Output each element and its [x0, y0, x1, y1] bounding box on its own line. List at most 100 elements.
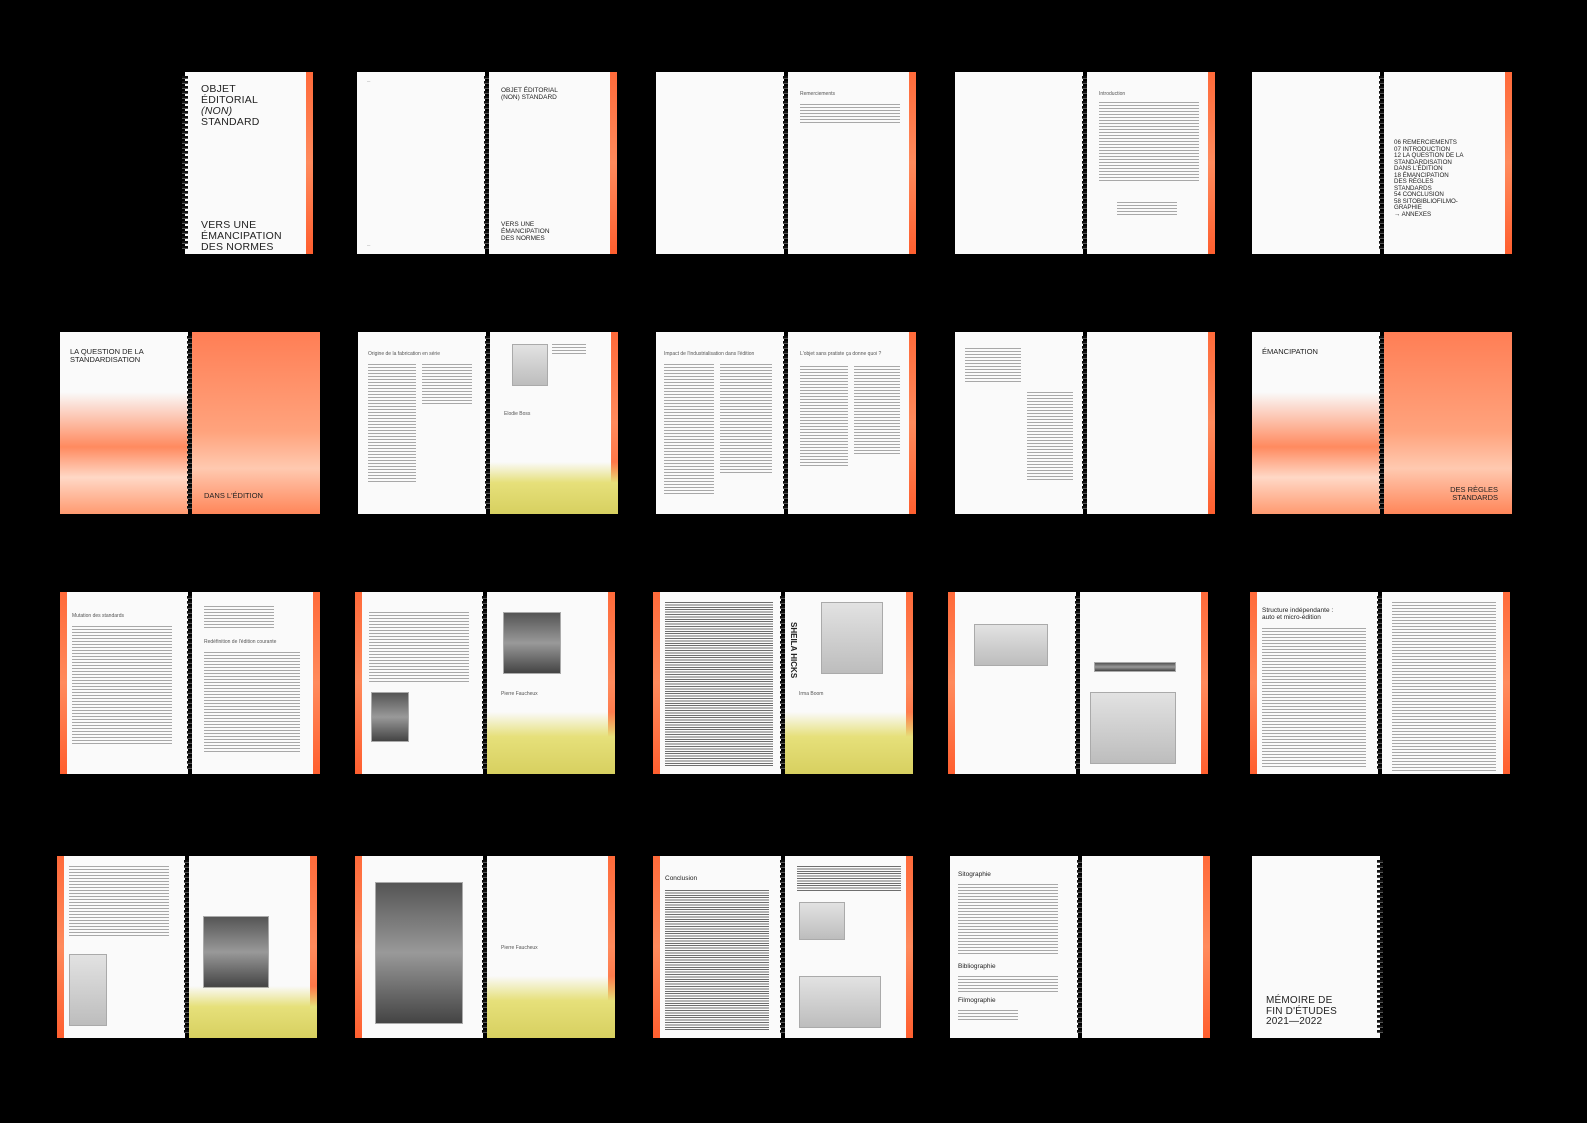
page-right: 06 REMERCIEMENTS 07 INTRODUCTION 12 LA QUE…: [1384, 72, 1512, 254]
cover-page: OBJET ÉDITORIAL (NON) STANDARD VERS UNE ÉMA…: [185, 72, 313, 254]
heading-structure: Structure indépendante : auto et micro-éd…: [1262, 607, 1334, 621]
cover-subtitle: VERS UNE ÉMANCIPATION DES NORMES: [201, 219, 282, 254]
chapter-title-end: DANS L'ÉDITION: [204, 491, 263, 500]
orange-edge: [1505, 72, 1512, 254]
page-right: Redéfinition de l'édition courante: [192, 592, 320, 774]
page-left: — —: [357, 72, 485, 254]
spread-origine[interactable]: Origine de la fabrication en série Elodi…: [358, 332, 618, 514]
page-right: SHEILA HICKS Irma Boom: [785, 592, 913, 774]
spread-text[interactable]: [955, 332, 1215, 514]
spread-chapter-question[interactable]: LA QUESTION DE LA STANDARDISATION DANS L'…: [60, 332, 320, 514]
spread-cover[interactable]: OBJET ÉDITORIAL (NON) STANDARD VERS UNE ÉMA…: [182, 72, 317, 254]
spread-chapter-emancipation[interactable]: ÉMANCIPATION DES RÈGLES STANDARDS: [1252, 332, 1512, 514]
caption-name: Pierre Faucheux: [501, 691, 538, 697]
page-left: [653, 592, 781, 774]
page-left: Sitographie Bibliographie Filmographie: [950, 856, 1078, 1038]
page-right: Pierre Faucheux: [487, 856, 615, 1038]
caption-name: Irma Boom: [799, 691, 824, 697]
page-right: [1080, 592, 1208, 774]
title-page-title: OBJET ÉDITORIAL (NON) STANDARD: [501, 87, 558, 101]
page-left: Structure indépendante : auto et micro-éd…: [1250, 592, 1378, 774]
page-left: ÉMANCIPATION: [1252, 332, 1380, 514]
page-right: Elodie Boss: [490, 332, 618, 514]
orange-edge: [948, 592, 955, 774]
page-right: [1382, 592, 1510, 774]
page-left: [1252, 72, 1380, 254]
orange-edge: [906, 856, 913, 1038]
page-left: Conclusion: [653, 856, 781, 1038]
spread-remerciements[interactable]: Remerciements: [656, 72, 916, 254]
memoire-title: MÉMOIRE DE FIN D'ÉTUDES 2021—2022: [1266, 995, 1337, 1027]
spread-mutation[interactable]: Mutation des standards Redéfinition de l…: [60, 592, 320, 774]
orange-edge: [313, 592, 320, 774]
orange-edge: [909, 72, 916, 254]
spread-title[interactable]: — — OBJET ÉDITORIAL (NON) STANDARD VERS U…: [357, 72, 617, 254]
page-left: [948, 592, 1076, 774]
page-left: Mutation des standards: [60, 592, 188, 774]
page-left: [955, 72, 1083, 254]
orange-edge: [306, 72, 313, 254]
spiral-binding: [1377, 860, 1383, 1034]
rotated-book-title: SHEILA HICKS: [789, 622, 798, 679]
spread-sitographie[interactable]: Sitographie Bibliographie Filmographie: [950, 856, 1210, 1038]
spread-structure[interactable]: Structure indépendante : auto et micro-éd…: [1250, 592, 1510, 774]
page-right: L'objet sans pratiste ça donne quoi ?: [788, 332, 916, 514]
page-left: LA QUESTION DE LA STANDARDISATION: [60, 332, 188, 514]
spread-sommaire[interactable]: 06 REMERCIEMENTS 07 INTRODUCTION 12 LA QUE…: [1252, 72, 1512, 254]
page-left: [955, 332, 1083, 514]
page-right: [1082, 856, 1210, 1038]
heading-origine: Origine de la fabrication en série: [368, 351, 440, 357]
page-right: OBJET ÉDITORIAL (NON) STANDARD VERS UNE ÉM…: [489, 72, 617, 254]
heading-bibliographie: Bibliographie: [958, 963, 996, 970]
orange-edge: [1201, 592, 1208, 774]
spread-impact[interactable]: Impact de l'industrialisation dans l'édi…: [656, 332, 916, 514]
heading-redefinition: Redéfinition de l'édition courante: [204, 639, 277, 645]
orange-edge: [1208, 332, 1215, 514]
orange-edge: [57, 856, 64, 1038]
orange-edge: [60, 592, 67, 774]
chapter-title-end: DES RÈGLES STANDARDS: [1450, 485, 1498, 502]
page-right: Remerciements: [788, 72, 916, 254]
spiral-binding: [182, 76, 188, 250]
title-page-subtitle: VERS UNE ÉMANCIPATION DES NORMES: [501, 221, 550, 242]
spread-boom[interactable]: SHEILA HICKS Irma Boom: [653, 592, 913, 774]
spread-introduction[interactable]: Introduction: [955, 72, 1215, 254]
page-left: [656, 72, 784, 254]
heading-introduction: Introduction: [1099, 91, 1126, 97]
back-page: MÉMOIRE DE FIN D'ÉTUDES 2021—2022: [1252, 856, 1380, 1038]
spread-images-1[interactable]: [57, 856, 317, 1038]
spread-conclusion[interactable]: Conclusion: [653, 856, 913, 1038]
page-right: DANS L'ÉDITION: [192, 332, 320, 514]
orange-edge: [610, 72, 617, 254]
chapter-title: ÉMANCIPATION: [1262, 347, 1318, 356]
spread-images-2[interactable]: Pierre Faucheux: [355, 856, 615, 1038]
orange-edge: [909, 332, 916, 514]
heading-impact: Impact de l'industrialisation dans l'édi…: [664, 351, 755, 357]
orange-edge: [355, 856, 362, 1038]
orange-edge: [1208, 72, 1215, 254]
table-of-contents: 06 REMERCIEMENTS 07 INTRODUCTION 12 LA QUE…: [1394, 139, 1464, 218]
spreads-board: OBJET ÉDITORIAL (NON) STANDARD VERS UNE ÉMA…: [0, 0, 1587, 1123]
spread-back[interactable]: MÉMOIRE DE FIN D'ÉTUDES 2021—2022: [1252, 856, 1384, 1038]
page-right: Introduction: [1087, 72, 1215, 254]
orange-edge: [653, 856, 660, 1038]
heading-remerciements: Remerciements: [800, 91, 836, 97]
orange-edge: [1250, 592, 1257, 774]
heading-filmographie: Filmographie: [958, 997, 996, 1004]
page-left: [57, 856, 185, 1038]
page-left: [355, 856, 483, 1038]
orange-edge: [1203, 856, 1210, 1038]
orange-edge: [653, 592, 660, 774]
heading-sitographie: Sitographie: [958, 871, 991, 878]
spread-drawings[interactable]: [948, 592, 1208, 774]
orange-edge: [1503, 592, 1510, 774]
spread-faucheux[interactable]: Pierre Faucheux: [355, 592, 615, 774]
page-right: Pierre Faucheux: [487, 592, 615, 774]
cover-title: OBJET ÉDITORIAL (NON) STANDARD: [201, 83, 260, 129]
heading-acheter: L'objet sans pratiste ça donne quoi ?: [800, 351, 882, 357]
page-right: DES RÈGLES STANDARDS: [1384, 332, 1512, 514]
page-right: [189, 856, 317, 1038]
chapter-title: LA QUESTION DE LA STANDARDISATION: [70, 347, 144, 364]
page-left: Impact de l'industrialisation dans l'édi…: [656, 332, 784, 514]
heading-conclusion: Conclusion: [665, 875, 698, 882]
